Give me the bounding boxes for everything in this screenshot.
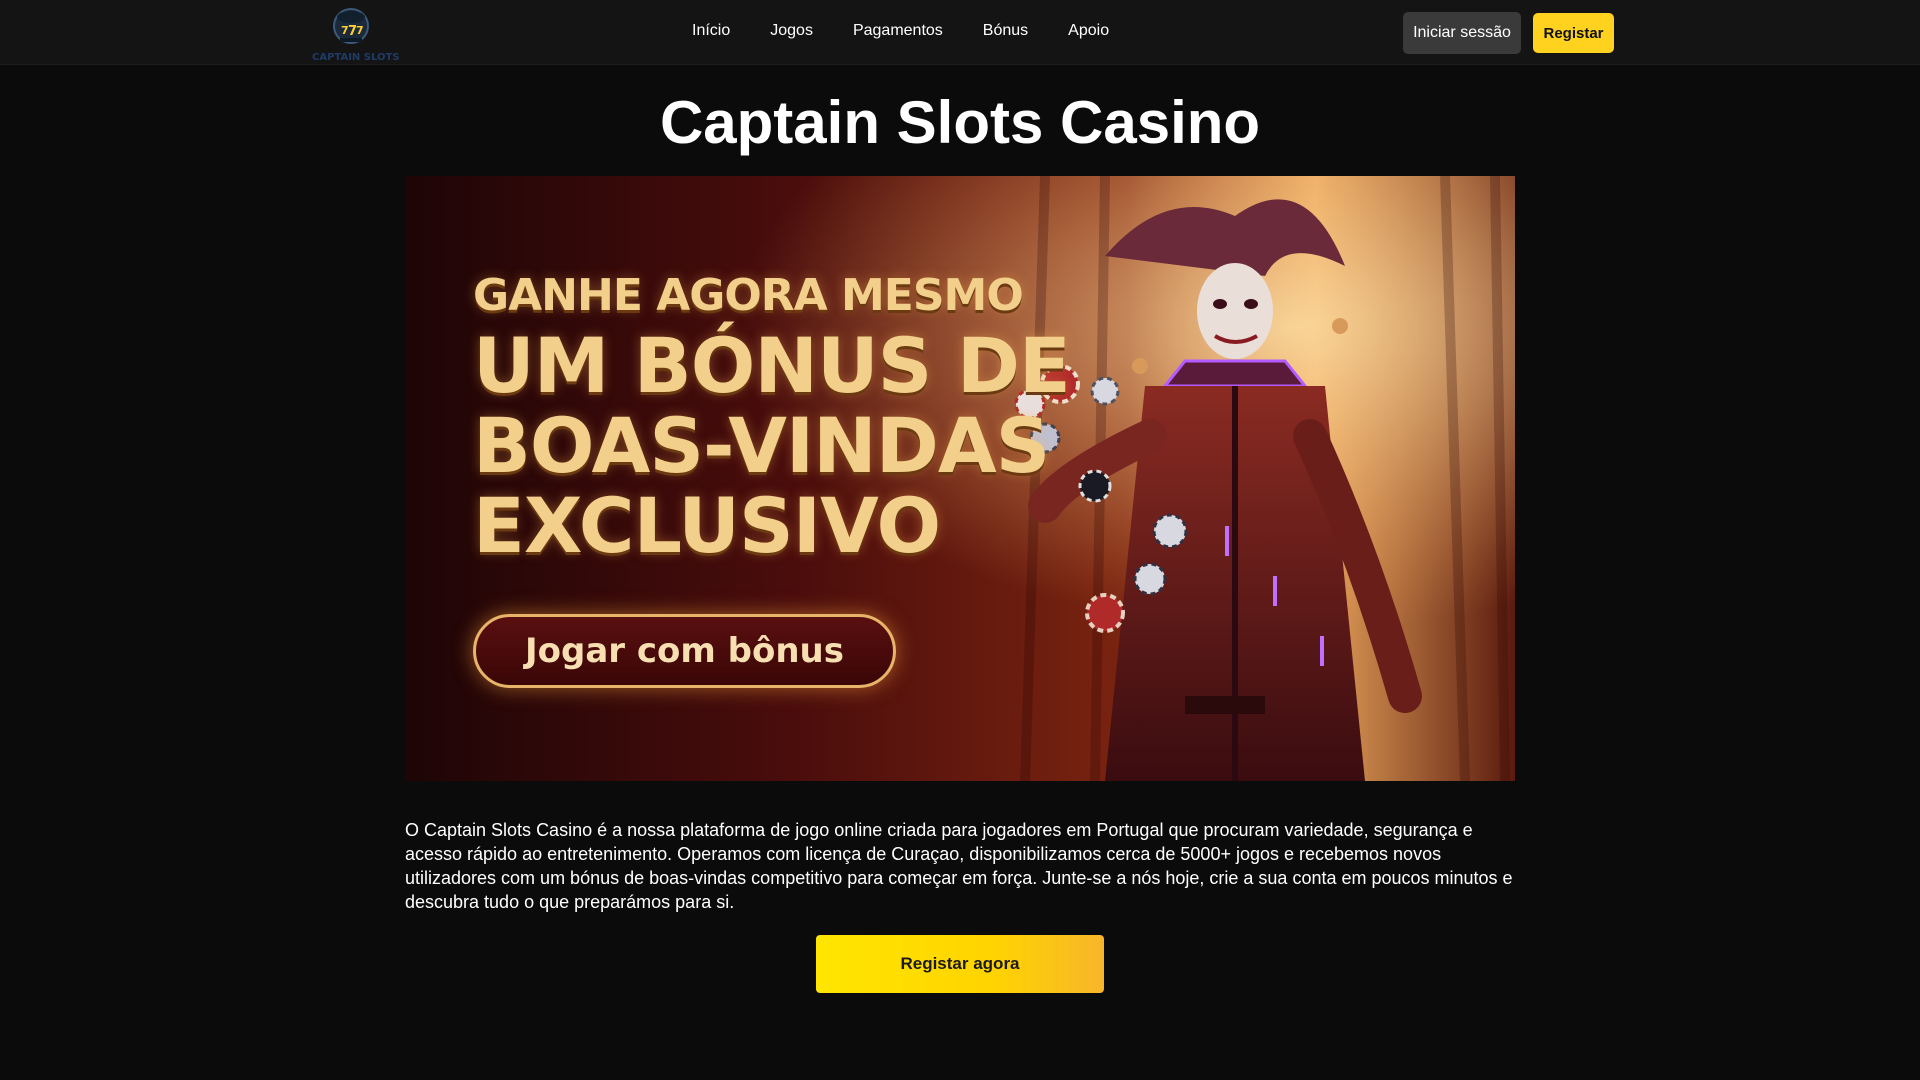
banner-headline-line3: BOAS-VINDAS	[473, 401, 1050, 490]
register-now-button[interactable]: Registar agora	[816, 935, 1104, 993]
register-button[interactable]: Registar	[1533, 13, 1614, 53]
nav-link-apoio[interactable]: Apoio	[1068, 22, 1109, 40]
svg-text:7: 7	[356, 24, 364, 37]
nav-link-jogos[interactable]: Jogos	[770, 22, 813, 40]
nav-link-pagamentos[interactable]: Pagamentos	[853, 22, 943, 40]
site-header: 7 7 7 CAPTAIN SLOTS Início Jogos Pagamen…	[0, 0, 1920, 65]
welcome-bonus-banner[interactable]: GANHE AGORA MESMO UM BÓNUS DE BOAS-VINDA…	[405, 176, 1515, 781]
banner-headline: GANHE AGORA MESMO UM BÓNUS DE BOAS-VINDA…	[473, 266, 1071, 570]
intro-paragraph: O Captain Slots Casino é a nossa platafo…	[405, 820, 1513, 912]
logo-text: CAPTAIN SLOTS	[312, 52, 400, 62]
banner-headline-line1: GANHE AGORA MESMO	[473, 270, 1024, 321]
play-with-bonus-button[interactable]: Jogar com bônus	[473, 614, 896, 688]
nav-link-inicio[interactable]: Início	[692, 22, 730, 40]
main-nav: Início Jogos Pagamentos Bónus Apoio	[692, 22, 1109, 40]
banner-headline-line2: UM BÓNUS DE	[473, 321, 1071, 410]
login-button[interactable]: Iniciar sessão	[1403, 12, 1521, 54]
page-title: Captain Slots Casino	[659, 89, 1261, 156]
nav-link-bonus[interactable]: Bónus	[983, 22, 1028, 40]
banner-headline-line4: EXCLUSIVO	[473, 481, 941, 570]
captain-slots-logo[interactable]: 7 7 7 CAPTAIN SLOTS	[310, 4, 402, 63]
